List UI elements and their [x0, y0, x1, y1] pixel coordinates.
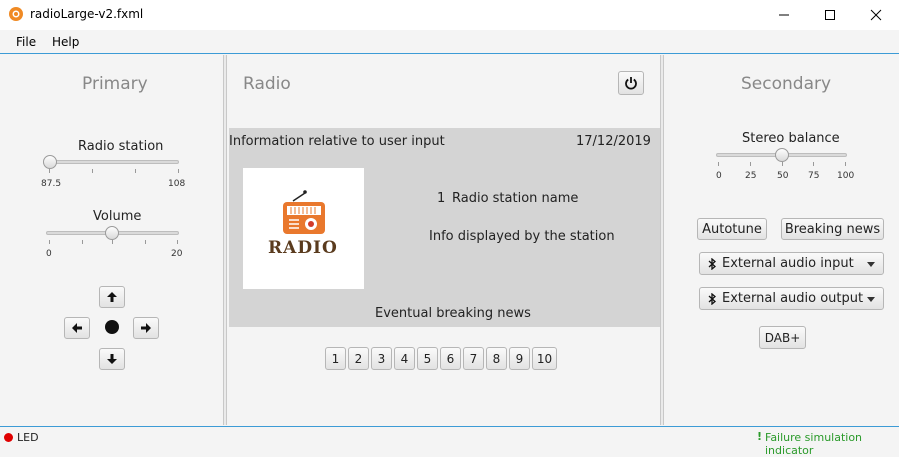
date-text: 17/12/2019	[576, 134, 651, 149]
dab-button[interactable]: DAB+	[759, 326, 806, 349]
balance-tick-label: 0	[716, 171, 722, 181]
station-name: Radio station name	[452, 191, 579, 206]
power-icon	[625, 77, 637, 90]
radio-logo	[243, 168, 364, 289]
volume-tick	[82, 240, 83, 244]
center-button[interactable]	[105, 320, 119, 334]
info-text: Information relative to user input	[229, 134, 445, 149]
window-title: radioLarge-v2.fxml	[30, 7, 144, 21]
audio-input-select[interactable]: External audio input	[699, 252, 884, 275]
maximize-icon	[825, 10, 835, 20]
arrow-right-icon	[141, 323, 151, 333]
station-tick	[92, 169, 93, 173]
minimize-icon	[779, 14, 789, 16]
station-slider-thumb[interactable]	[43, 155, 57, 169]
led-label: LED	[17, 431, 39, 444]
volume-slider-thumb[interactable]	[105, 226, 119, 240]
menu-file[interactable]: File	[16, 35, 36, 49]
close-button[interactable]	[853, 0, 899, 30]
station-max-label: 108	[168, 179, 186, 189]
volume-min-label: 0	[46, 249, 52, 259]
audio-output-select[interactable]: External audio output	[699, 287, 884, 310]
page-button[interactable]: 3	[371, 347, 392, 370]
volume-label: Volume	[93, 209, 142, 224]
balance-slider-thumb[interactable]	[775, 148, 789, 162]
station-tick	[178, 169, 179, 173]
balance-label: Stereo balance	[742, 131, 840, 146]
arrow-down-icon	[107, 354, 117, 364]
volume-tick	[145, 240, 146, 244]
radio-logo-icon	[283, 190, 325, 234]
minimize-button[interactable]	[761, 0, 807, 30]
breaking-news-button[interactable]: Breaking news	[781, 218, 884, 240]
volume-tick	[112, 240, 113, 244]
secondary-title: Secondary	[741, 74, 832, 94]
balance-tick	[845, 162, 846, 166]
station-min-label: 87.5	[41, 179, 62, 189]
balance-tick-label: 50	[777, 171, 789, 181]
arrow-left-icon	[72, 323, 82, 333]
balance-tick-label: 100	[837, 171, 855, 181]
chevron-down-icon	[867, 262, 875, 267]
bluetooth-icon	[708, 257, 716, 270]
station-label: Radio station	[78, 139, 164, 154]
menu-bar	[0, 30, 899, 54]
left-button[interactable]	[64, 317, 90, 339]
autotune-button[interactable]: Autotune	[697, 218, 767, 240]
menu-help[interactable]: Help	[52, 35, 79, 49]
page-button[interactable]: 6	[440, 347, 461, 370]
balance-tick	[750, 162, 751, 166]
volume-tick	[177, 240, 178, 244]
station-tick	[135, 169, 136, 173]
station-slider-track[interactable]	[46, 160, 179, 164]
balance-tick-label: 75	[808, 171, 820, 181]
up-button[interactable]	[99, 286, 125, 308]
page-button[interactable]: 10	[532, 347, 557, 370]
chevron-down-icon	[867, 297, 875, 302]
bluetooth-icon	[708, 292, 716, 305]
logo-text: RADIO	[268, 238, 338, 258]
balance-tick-label: 25	[745, 171, 757, 181]
balance-tick	[782, 162, 783, 166]
audio-output-label: External audio output	[722, 291, 864, 306]
page-button[interactable]: 1	[325, 347, 346, 370]
volume-max-label: 20	[171, 249, 183, 259]
page-button[interactable]: 7	[463, 347, 484, 370]
breaking-news-text: Eventual breaking news	[375, 306, 531, 321]
page-button[interactable]: 9	[509, 347, 530, 370]
station-number: 1	[437, 191, 446, 206]
led-indicator-icon	[4, 433, 13, 442]
page-button[interactable]: 4	[394, 347, 415, 370]
page-button[interactable]: 2	[348, 347, 369, 370]
down-button[interactable]	[99, 348, 125, 370]
radio-title: Radio	[243, 74, 291, 94]
close-icon	[870, 9, 882, 21]
warning-icon: !	[757, 430, 763, 443]
station-info: Info displayed by the station	[429, 229, 615, 244]
secondary-panel	[664, 55, 899, 425]
volume-tick	[49, 240, 50, 244]
failure-indicator: Failure simulation indicator	[765, 431, 863, 457]
page-button[interactable]: 8	[486, 347, 507, 370]
page-button[interactable]: 5	[417, 347, 438, 370]
power-button[interactable]	[618, 71, 644, 95]
arrow-up-icon	[107, 292, 117, 302]
app-icon	[8, 6, 24, 22]
audio-input-label: External audio input	[722, 256, 854, 271]
station-tick	[49, 169, 50, 173]
maximize-button[interactable]	[807, 0, 853, 30]
right-button[interactable]	[133, 317, 159, 339]
balance-tick	[718, 162, 719, 166]
balance-tick	[813, 162, 814, 166]
primary-title: Primary	[82, 74, 148, 94]
